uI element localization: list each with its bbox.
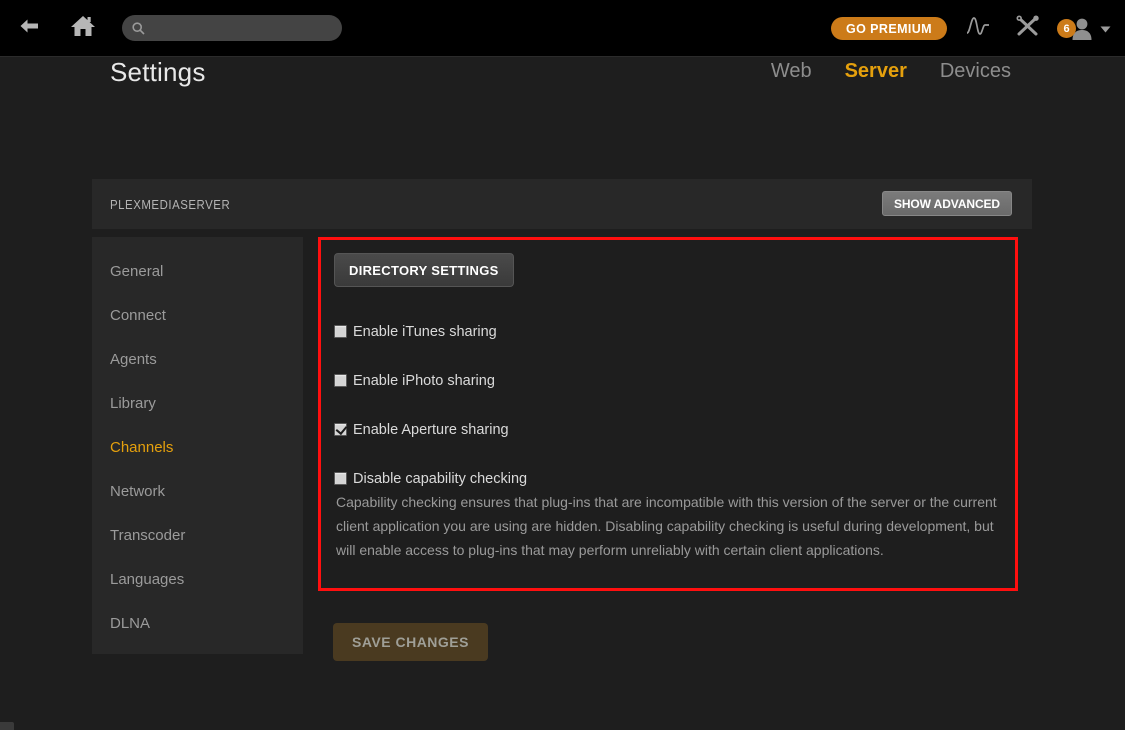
enable-itunes-sharing-checkbox[interactable] bbox=[334, 325, 347, 338]
tab-server[interactable]: Server bbox=[845, 60, 907, 83]
tools-button[interactable] bbox=[1009, 10, 1047, 48]
scrollbar-corner-stub bbox=[0, 722, 14, 730]
activity-pulse-icon bbox=[965, 14, 991, 43]
back-button[interactable] bbox=[12, 11, 46, 45]
enable-iphoto-sharing-checkbox[interactable] bbox=[334, 374, 347, 387]
sidebar-item-dlna[interactable]: DLNA bbox=[92, 601, 303, 645]
option-row-itunes-sharing: Enable iTunes sharing bbox=[334, 307, 1014, 356]
settings-sidebar: General Connect Agents Library Channels … bbox=[92, 237, 303, 654]
option-row-iphoto-sharing: Enable iPhoto sharing bbox=[334, 356, 1014, 405]
sidebar-item-channels[interactable]: Channels bbox=[92, 425, 303, 469]
enable-itunes-sharing-label: Enable iTunes sharing bbox=[353, 323, 497, 340]
search-icon bbox=[132, 21, 145, 35]
channel-options-list: Enable iTunes sharing Enable iPhoto shar… bbox=[334, 307, 1014, 503]
chevron-down-icon bbox=[1100, 20, 1111, 38]
channels-settings-panel: DIRECTORY SETTINGS Enable iTunes sharing… bbox=[318, 237, 1018, 591]
topbar-actions: GO PREMIUM 6 bbox=[831, 0, 1111, 57]
save-changes-button[interactable]: SAVE CHANGES bbox=[333, 623, 488, 661]
capability-checking-help-text: Capability checking ensures that plug-in… bbox=[336, 494, 997, 558]
activity-button[interactable] bbox=[959, 10, 997, 48]
directory-settings-button[interactable]: DIRECTORY SETTINGS bbox=[334, 253, 514, 287]
sidebar-item-agents[interactable]: Agents bbox=[92, 337, 303, 381]
enable-aperture-sharing-label: Enable Aperture sharing bbox=[353, 421, 509, 438]
page-header: Settings Web Server Devices bbox=[0, 57, 1125, 125]
tab-web[interactable]: Web bbox=[771, 60, 812, 83]
enable-aperture-sharing-checkbox[interactable] bbox=[334, 423, 347, 436]
server-name-label: PLEXMEDIASERVER bbox=[110, 196, 231, 212]
show-advanced-button[interactable]: SHOW ADVANCED bbox=[881, 191, 1012, 216]
top-navigation-bar: GO PREMIUM 6 bbox=[0, 0, 1125, 57]
sidebar-item-languages[interactable]: Languages bbox=[92, 557, 303, 601]
option-row-aperture-sharing: Enable Aperture sharing bbox=[334, 405, 1014, 454]
disable-capability-checking-checkbox[interactable] bbox=[334, 472, 347, 485]
sidebar-item-library[interactable]: Library bbox=[92, 381, 303, 425]
notification-badge: 6 bbox=[1057, 19, 1076, 38]
home-icon bbox=[70, 14, 96, 43]
sidebar-item-network[interactable]: Network bbox=[92, 469, 303, 513]
server-panel-header: PLEXMEDIASERVER SHOW ADVANCED bbox=[92, 179, 1032, 229]
arrow-left-icon bbox=[18, 18, 40, 39]
user-menu[interactable]: 6 bbox=[1057, 17, 1111, 41]
home-button[interactable] bbox=[66, 11, 100, 45]
sidebar-item-connect[interactable]: Connect bbox=[92, 293, 303, 337]
search-box[interactable] bbox=[122, 15, 342, 41]
go-premium-button[interactable]: GO PREMIUM bbox=[831, 17, 947, 40]
tab-devices[interactable]: Devices bbox=[940, 60, 1011, 83]
settings-scope-tabs: Web Server Devices bbox=[771, 60, 1011, 83]
tools-wrench-screwdriver-icon bbox=[1015, 14, 1041, 43]
sidebar-item-general[interactable]: General bbox=[92, 249, 303, 293]
search-input[interactable] bbox=[152, 17, 332, 39]
sidebar-item-transcoder[interactable]: Transcoder bbox=[92, 513, 303, 557]
page-title: Settings bbox=[110, 57, 206, 87]
disable-capability-checking-label: Disable capability checking bbox=[353, 470, 528, 487]
enable-iphoto-sharing-label: Enable iPhoto sharing bbox=[353, 372, 495, 389]
